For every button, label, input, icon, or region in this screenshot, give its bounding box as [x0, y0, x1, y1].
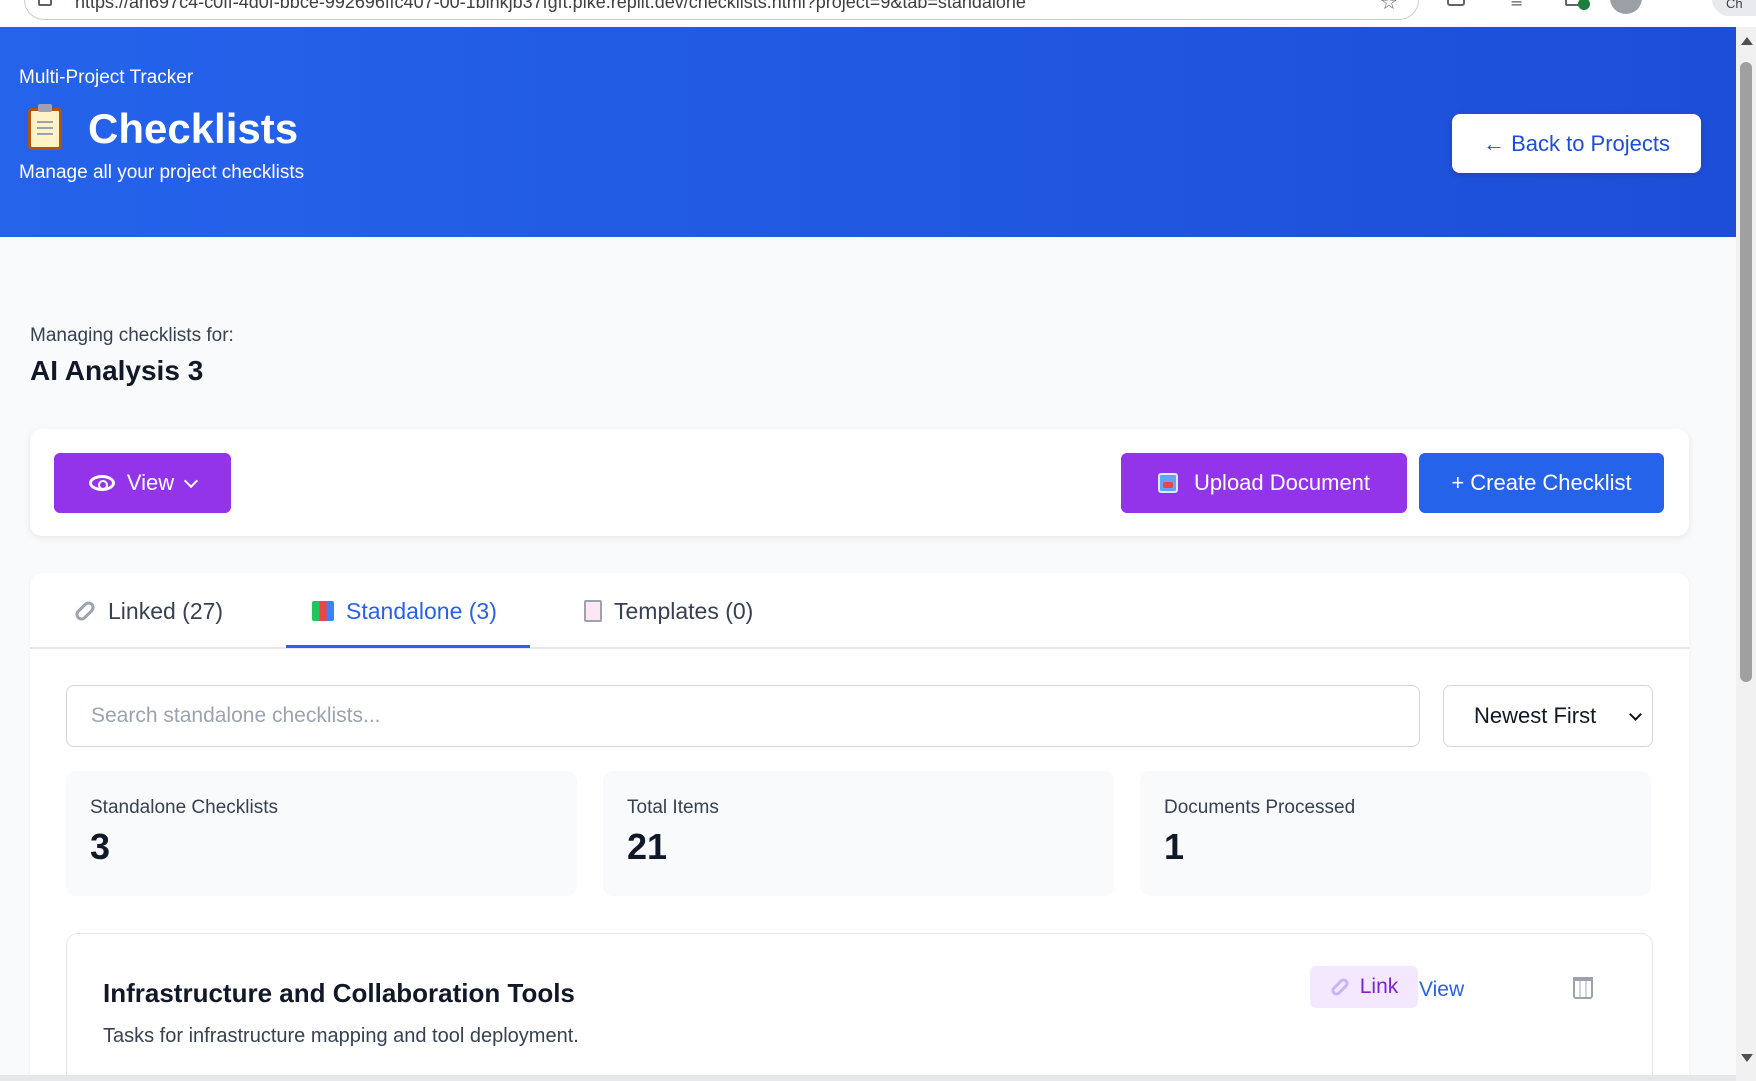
tab-label: Linked (27) [108, 597, 224, 624]
trash-icon[interactable] [1573, 977, 1593, 999]
sort-select[interactable]: Newest First [1443, 685, 1653, 747]
create-checklist-button[interactable]: + Create Checklist [1419, 453, 1664, 513]
checklist-title[interactable]: Infrastructure and Collaboration Tools [103, 978, 575, 1009]
scroll-thumb[interactable] [1740, 62, 1752, 682]
tab-bar: Linked (27) Standalone (3) Templates (0) [30, 573, 1689, 649]
page-subtitle: Manage all your project checklists [19, 162, 305, 183]
clipboard-icon [28, 104, 62, 150]
tab-label: Templates (0) [614, 597, 754, 624]
media-controls-icon[interactable]: ≡ [1510, 0, 1523, 11]
stat-card-total-items: Total Items 21 [603, 771, 1114, 896]
stat-value: 3 [90, 826, 111, 867]
link-icon [72, 598, 98, 624]
tab-label: Standalone (3) [346, 597, 497, 624]
stat-label: Documents Processed [1164, 797, 1356, 818]
checklists-panel: Linked (27) Standalone (3) Templates (0)… [30, 573, 1689, 1081]
checklist-description: Tasks for infrastructure mapping and too… [103, 1025, 579, 1047]
document-icon [1157, 473, 1178, 493]
url-text[interactable]: https://an697c4-c0ff-4d0f-bbce-992696ffc… [75, 0, 1026, 13]
link-icon [1329, 976, 1351, 998]
app-name: Multi-Project Tracker [19, 67, 194, 88]
stat-card-documents: Documents Processed 1 [1140, 771, 1651, 896]
view-button-label: View [126, 470, 175, 495]
tab-linked[interactable]: Linked (27) [72, 573, 224, 649]
template-icon [584, 600, 602, 622]
search-input[interactable] [66, 685, 1420, 747]
tab-templates[interactable]: Templates (0) [584, 573, 753, 649]
project-name: AI Analysis 3 [30, 355, 204, 386]
link-label: Link [1359, 975, 1399, 998]
bookmark-star-icon[interactable]: ☆ [1380, 0, 1398, 14]
tab-standalone[interactable]: Standalone (3) [312, 573, 497, 649]
chevron-down-icon [184, 473, 199, 488]
stat-value: 21 [627, 826, 668, 867]
site-info-icon[interactable] [38, 0, 52, 6]
back-to-projects-button[interactable]: ← Back to Projects [1452, 114, 1701, 173]
stat-label: Standalone Checklists [90, 797, 278, 818]
checklist-card[interactable]: Infrastructure and Collaboration Tools T… [66, 933, 1653, 1081]
managing-label: Managing checklists for: [30, 325, 234, 346]
stat-value: 1 [1164, 826, 1185, 867]
stat-label: Total Items [627, 797, 719, 818]
upload-document-button[interactable]: Upload Document [1121, 453, 1407, 513]
profile-avatar[interactable] [1610, 0, 1642, 14]
view-dropdown-button[interactable]: View [54, 453, 231, 513]
upload-button-label: Upload Document [1193, 470, 1371, 495]
title-row: Checklists [28, 104, 299, 153]
chrome-menu-button[interactable]: Ch [1712, 0, 1756, 16]
scroll-down-arrow-icon[interactable] [1741, 1054, 1753, 1062]
window-bottom-edge [0, 1075, 1736, 1081]
scroll-up-arrow-icon[interactable] [1741, 37, 1753, 45]
page-header: Multi-Project Tracker Checklists Manage … [0, 27, 1736, 237]
page-title: Checklists [88, 105, 299, 152]
extensions-icon[interactable] [1447, 0, 1465, 6]
books-icon [312, 601, 334, 621]
browser-toolbar: https://an697c4-c0ff-4d0f-bbce-992696ffc… [0, 0, 1756, 27]
view-label: View [1419, 978, 1465, 1001]
eye-icon [88, 475, 115, 491]
chevron-down-icon [1629, 708, 1642, 721]
page-scrollbar[interactable] [1736, 27, 1756, 1081]
download-complete-badge [1578, 0, 1590, 10]
link-checklist-button[interactable]: Link [1310, 966, 1418, 1008]
stat-card-standalone: Standalone Checklists 3 [66, 771, 577, 896]
sort-selected-value: Newest First [1474, 703, 1597, 728]
toolbar-card: View Upload Document + Create Checklist [30, 429, 1689, 536]
active-tab-indicator [286, 645, 530, 648]
